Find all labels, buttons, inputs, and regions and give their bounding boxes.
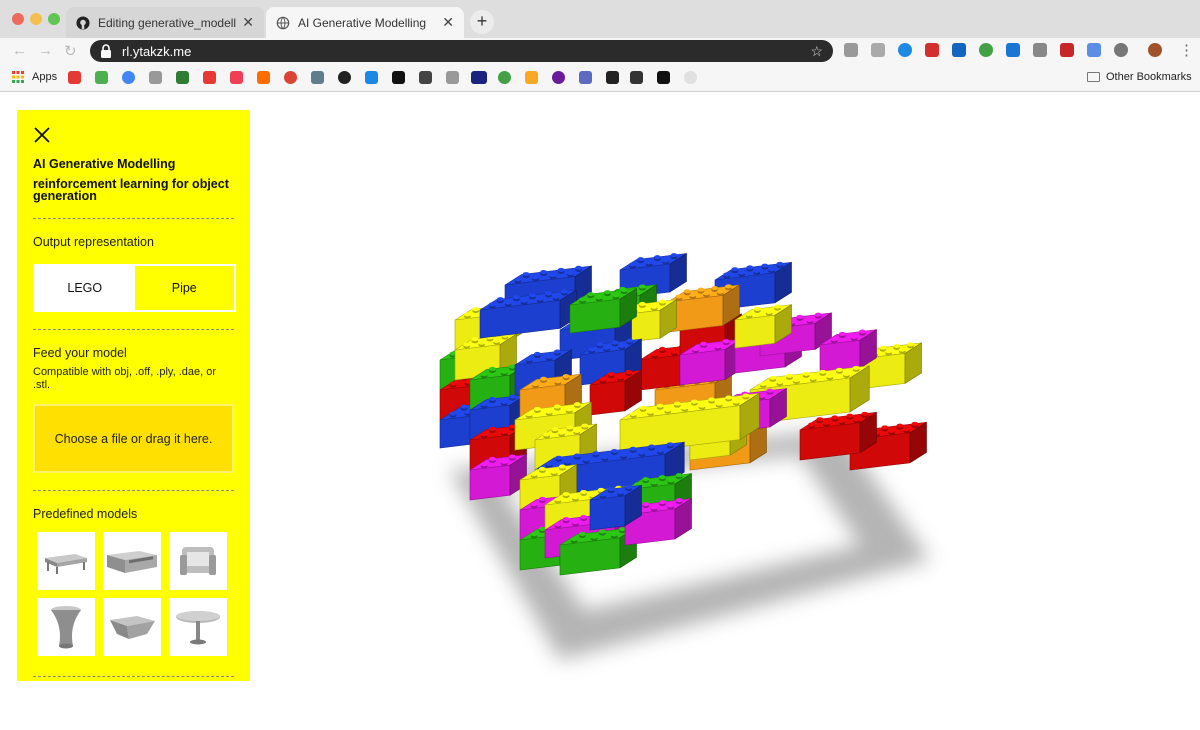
browser-titlebar: Editing generative_modelling_w ✕ AI Gene… xyxy=(0,0,1200,38)
divider xyxy=(33,490,234,491)
tab-title: AI Generative Modelling xyxy=(298,15,427,30)
id-icon[interactable] xyxy=(1006,43,1020,57)
tab-title: Editing generative_modelling_w xyxy=(98,15,237,30)
forward-arrow-icon[interactable]: → xyxy=(38,42,53,59)
github-icon xyxy=(76,15,90,30)
output-representation-label: Output representation xyxy=(33,235,154,249)
link-icon[interactable] xyxy=(365,71,378,84)
divider xyxy=(33,218,234,219)
profile-avatar[interactable] xyxy=(1148,43,1162,57)
globe-icon xyxy=(276,16,290,29)
photos-icon[interactable] xyxy=(95,71,108,84)
model-tv-stand[interactable] xyxy=(103,532,161,590)
bank-icon[interactable] xyxy=(898,43,912,57)
new-tab-button[interactable]: + xyxy=(470,10,494,34)
divider xyxy=(33,329,234,330)
model-round-table[interactable] xyxy=(169,598,227,656)
play-icon[interactable] xyxy=(311,71,324,84)
apps-label[interactable]: Apps xyxy=(32,71,57,83)
p-icon[interactable] xyxy=(657,71,670,84)
apps-grid-icon[interactable] xyxy=(12,71,24,83)
maximize-window-button[interactable] xyxy=(48,13,60,25)
tab-ai-generative-modelling[interactable]: AI Generative Modelling ✕ xyxy=(266,7,464,38)
divider xyxy=(33,676,234,677)
tab-close-icon[interactable]: ✕ xyxy=(442,14,454,31)
tab-close-icon[interactable]: ✕ xyxy=(242,14,254,31)
youtube-icon[interactable] xyxy=(203,71,216,84)
google-icon[interactable] xyxy=(122,71,135,84)
lego-model-viewport[interactable] xyxy=(260,95,1200,730)
page-subtitle: reinforcement learning for object genera… xyxy=(33,177,229,203)
minimize-window-button[interactable] xyxy=(30,13,42,25)
m-icon[interactable] xyxy=(1060,43,1074,57)
record-icon[interactable] xyxy=(1114,43,1128,57)
k-icon[interactable] xyxy=(952,43,966,57)
close-icon[interactable] xyxy=(33,126,51,144)
feed-model-label: Feed your model xyxy=(33,346,127,360)
model-coffee-table[interactable] xyxy=(37,532,95,590)
close-window-button[interactable] xyxy=(12,13,24,25)
pocket-icon[interactable] xyxy=(871,43,885,57)
reload-icon[interactable]: ↻ xyxy=(64,42,77,60)
google-plus-icon[interactable] xyxy=(284,71,297,84)
pie-icon[interactable] xyxy=(498,71,511,84)
asterisk-icon[interactable] xyxy=(392,71,405,84)
file-dropzone[interactable]: Choose a file or drag it here. xyxy=(33,404,234,473)
browser-toolbar: ← → ↻ rl.ytakzk.me ☆ ⋮ xyxy=(0,38,1200,64)
pipe-option-button[interactable]: Pipe xyxy=(134,266,234,310)
apple-icon-2[interactable] xyxy=(446,71,459,84)
model-hourglass-stool[interactable] xyxy=(37,598,95,656)
star-box-icon[interactable] xyxy=(606,71,619,84)
font-a-icon[interactable] xyxy=(419,71,432,84)
share-icon[interactable] xyxy=(979,43,993,57)
soundcloud-icon[interactable] xyxy=(257,71,270,84)
bookmark-star-icon[interactable]: ☆ xyxy=(810,43,823,60)
message-icon[interactable] xyxy=(1033,43,1047,57)
yahoo-icon[interactable] xyxy=(68,71,81,84)
lego-option-button[interactable]: LEGO xyxy=(35,266,135,310)
feedly-icon[interactable] xyxy=(176,71,189,84)
url-text: rl.ytakzk.me xyxy=(122,43,192,59)
fastforward-icon[interactable] xyxy=(925,43,939,57)
camera-icon[interactable] xyxy=(844,43,858,57)
apple-icon[interactable] xyxy=(149,71,162,84)
menu-dots-icon[interactable]: ⋮ xyxy=(1179,41,1194,59)
output-representation-toggle: LEGO Pipe xyxy=(33,264,236,312)
predefined-models-label: Predefined models xyxy=(33,507,138,521)
tab-editing[interactable]: Editing generative_modelling_w ✕ xyxy=(66,7,264,38)
tor-icon[interactable] xyxy=(552,71,565,84)
news-icon[interactable] xyxy=(471,71,487,84)
lock-icon xyxy=(101,44,111,58)
back-arrow-icon[interactable]: ← xyxy=(12,42,27,59)
other-bookmarks-label[interactable]: Other Bookmarks xyxy=(1106,71,1192,83)
address-bar[interactable]: rl.ytakzk.me ☆ xyxy=(90,40,833,62)
translate-icon[interactable] xyxy=(1087,43,1101,57)
circle-icon[interactable] xyxy=(684,71,697,84)
github-bookmark-icon[interactable] xyxy=(338,71,351,84)
unity-icon[interactable] xyxy=(579,71,592,84)
page-title: AI Generative Modelling xyxy=(33,157,176,171)
bookmarks-bar: Apps Other Bookmarks xyxy=(0,64,1200,92)
compatibility-text: Compatible with obj, .off, .ply, .dae, o… xyxy=(33,366,217,391)
folder-icon xyxy=(1087,72,1100,82)
tools-icon[interactable] xyxy=(630,71,643,84)
model-tapered-table[interactable] xyxy=(103,598,161,656)
control-panel: AI Generative Modelling reinforcement le… xyxy=(17,110,250,681)
pocket-bookmark-icon[interactable] xyxy=(230,71,243,84)
analytics-icon[interactable] xyxy=(525,71,538,84)
model-armchair[interactable] xyxy=(169,532,227,590)
